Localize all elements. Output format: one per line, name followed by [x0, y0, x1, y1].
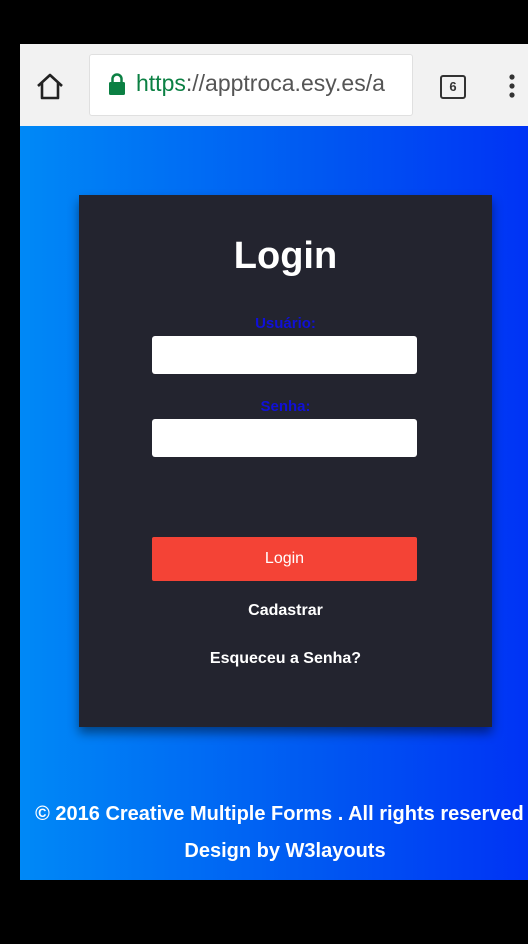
page-title: Login	[233, 235, 338, 277]
url-host: ://apptroca.esy.es/a	[185, 70, 385, 96]
password-label: Senha:	[260, 398, 311, 415]
forgot-password-link[interactable]: Esqueceu a Senha?	[79, 650, 492, 668]
login-button[interactable]: Login	[152, 537, 417, 581]
lock-icon	[108, 73, 126, 95]
password-field[interactable]	[152, 419, 417, 457]
phone-screen: https://apptroca.esy.es/a 6 Login Usuári…	[20, 0, 528, 944]
home-icon[interactable]	[34, 70, 66, 102]
address-bar[interactable]: https://apptroca.esy.es/a	[90, 55, 412, 115]
register-link[interactable]: Cadastrar	[79, 602, 492, 620]
login-card: Login Usuário: Senha: Login Cadastrar Es…	[79, 195, 492, 727]
username-label: Usuário:	[255, 315, 316, 332]
navigation-bar	[20, 880, 528, 944]
status-bar	[20, 0, 528, 44]
footer-copyright: © 2016 Creative Multiple Forms . All rig…	[35, 803, 528, 862]
username-field[interactable]	[152, 336, 417, 374]
tab-switcher-icon[interactable]: 6	[440, 75, 466, 99]
url-text: https://apptroca.esy.es/a	[136, 70, 385, 97]
browser-toolbar: https://apptroca.esy.es/a 6	[20, 44, 528, 126]
url-scheme: https	[136, 70, 186, 96]
web-page: Login Usuário: Senha: Login Cadastrar Es…	[20, 126, 528, 880]
overflow-menu-icon[interactable]	[508, 74, 516, 98]
